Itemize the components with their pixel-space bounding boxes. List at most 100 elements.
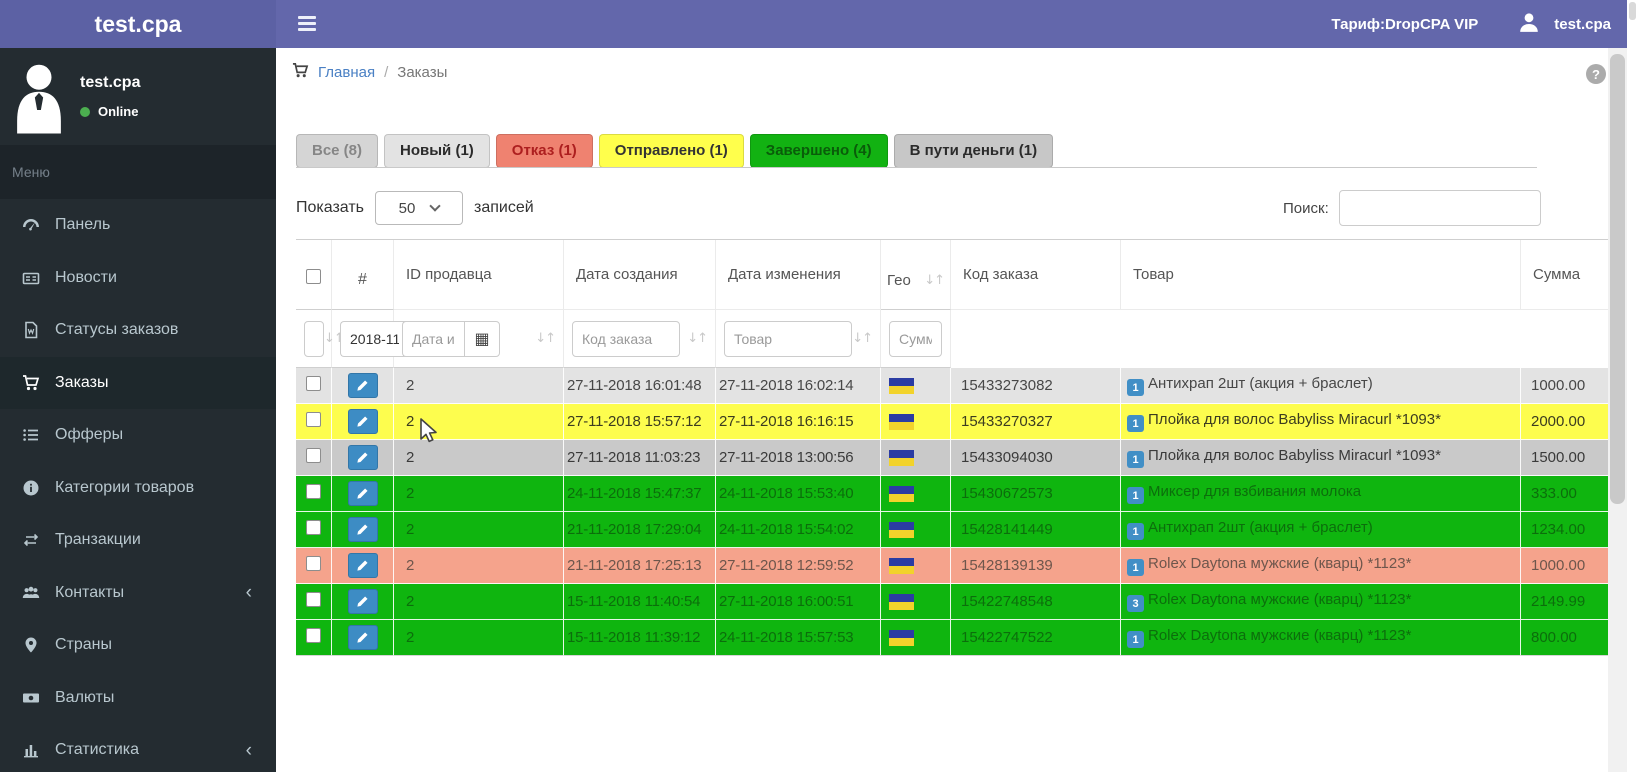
sidebar-item-contacts[interactable]: Контакты ‹ bbox=[0, 567, 276, 620]
records-label: записей bbox=[474, 199, 534, 216]
filter-sum-input[interactable] bbox=[889, 320, 942, 357]
row-checkbox[interactable] bbox=[306, 592, 321, 607]
user-icon bbox=[1518, 11, 1540, 38]
sidebar-item-statistics[interactable]: Статистика ‹ bbox=[0, 724, 276, 772]
column-header-number[interactable]: # bbox=[358, 271, 367, 288]
row-checkbox[interactable] bbox=[306, 520, 321, 535]
sidebar-item-countries[interactable]: Страны bbox=[0, 619, 276, 672]
table-row: 2 27-11-2018 11:03:23 27-11-2018 13:00:5… bbox=[296, 440, 1608, 476]
table-row: 2 15-11-2018 11:40:54 27-11-2018 16:00:5… bbox=[296, 584, 1608, 620]
sidebar-item-offers[interactable]: Офферы bbox=[0, 409, 276, 462]
edit-button[interactable] bbox=[347, 445, 378, 470]
table-row: 2 27-11-2018 15:57:12 27-11-2018 16:16:1… bbox=[296, 404, 1608, 440]
sort-icon[interactable]: ↓↑ bbox=[687, 331, 708, 346]
show-label: Показать bbox=[296, 199, 365, 216]
column-header-modified[interactable]: Дата изменения bbox=[716, 240, 881, 310]
breadcrumb: Главная / Заказы bbox=[292, 62, 447, 83]
edit-button[interactable] bbox=[347, 517, 378, 542]
app-window: test.cpa Тариф:DropCPA VIP test.cpa test… bbox=[0, 0, 1638, 772]
column-header-geo[interactable]: Гео bbox=[887, 272, 911, 289]
column-header-created[interactable]: Дата создания bbox=[564, 240, 716, 310]
edit-button[interactable] bbox=[347, 481, 378, 506]
edit-button[interactable] bbox=[347, 373, 378, 398]
select-all-checkbox[interactable] bbox=[306, 269, 321, 284]
browser-scrollbar-thumb[interactable] bbox=[1629, 2, 1636, 20]
row-checkbox[interactable] bbox=[306, 448, 321, 463]
username-menu[interactable]: test.cpa bbox=[1554, 16, 1611, 33]
edit-button[interactable] bbox=[347, 409, 378, 434]
filter-modified-date-input[interactable] bbox=[402, 320, 464, 357]
filter-created-date-input[interactable] bbox=[340, 320, 408, 357]
sidebar-item-transactions[interactable]: Транзакции bbox=[0, 514, 276, 567]
ukraine-flag-icon bbox=[889, 558, 914, 575]
sort-icon[interactable]: ↓↑ bbox=[852, 331, 873, 346]
brand-logo[interactable]: test.cpa bbox=[0, 0, 276, 48]
row-checkbox[interactable] bbox=[306, 628, 321, 643]
sidebar: test.cpa Online Меню Панель Новости Стат… bbox=[0, 48, 276, 772]
qty-badge: 3 bbox=[1127, 595, 1144, 613]
search-control: Поиск: bbox=[1283, 190, 1541, 226]
column-header-product[interactable]: Товар bbox=[1121, 240, 1521, 310]
row-checkbox[interactable] bbox=[306, 412, 321, 427]
scrollbar-track[interactable] bbox=[1608, 48, 1627, 772]
tab-all[interactable]: Все (8) bbox=[296, 134, 379, 168]
tab-refused[interactable]: Отказ (1) bbox=[495, 134, 593, 168]
marker-icon bbox=[25, 637, 37, 653]
product-name: Rolex Daytona мужские (кварц) *1123* bbox=[1148, 626, 1412, 644]
chevron-down-icon bbox=[429, 200, 442, 212]
sidebar-item-currencies[interactable]: Валюты bbox=[0, 672, 276, 725]
filter-seller-id-input[interactable] bbox=[304, 320, 324, 357]
breadcrumb-current: Заказы bbox=[397, 64, 448, 81]
status-filter-tabs: Все (8) Новый (1) Отказ (1) Отправлено (… bbox=[296, 134, 1054, 168]
profile-status: Online bbox=[98, 104, 139, 119]
product-name: Rolex Daytona мужские (кварц) *1123* bbox=[1148, 554, 1412, 572]
cart-icon bbox=[292, 62, 309, 83]
sidebar-item-orders[interactable]: Заказы bbox=[0, 356, 276, 409]
sidebar-item-news[interactable]: Новости bbox=[0, 252, 276, 305]
sidebar-item-product-categories[interactable]: Категории товаров bbox=[0, 462, 276, 515]
online-status-icon bbox=[80, 106, 90, 117]
breadcrumb-home-link[interactable]: Главная bbox=[318, 64, 375, 81]
row-checkbox[interactable] bbox=[306, 484, 321, 499]
ukraine-flag-icon bbox=[889, 414, 914, 431]
ukraine-flag-icon bbox=[889, 594, 914, 611]
search-label: Поиск: bbox=[1283, 199, 1329, 217]
column-header-order-code[interactable]: Код заказа bbox=[951, 240, 1121, 310]
scrollbar-thumb[interactable] bbox=[1610, 54, 1625, 504]
edit-button[interactable] bbox=[347, 553, 378, 578]
qty-badge: 1 bbox=[1127, 415, 1144, 433]
tab-new[interactable]: Новый (1) bbox=[384, 134, 490, 168]
column-header-sum[interactable]: Сумма bbox=[1521, 240, 1608, 310]
page-size-select[interactable]: 50 bbox=[375, 191, 464, 225]
edit-button[interactable] bbox=[347, 589, 378, 614]
help-icon[interactable]: ? bbox=[1586, 64, 1606, 84]
chevron-left-icon: ‹ bbox=[245, 582, 252, 604]
orders-table-container: # ID продавца Дата создания Дата изменен… bbox=[296, 239, 1608, 656]
tab-completed[interactable]: Завершено (4) bbox=[749, 134, 888, 168]
qty-badge: 1 bbox=[1127, 559, 1144, 577]
tab-sent[interactable]: Отправлено (1) bbox=[598, 134, 744, 168]
menu-section-label: Меню bbox=[0, 145, 276, 199]
sidebar-toggle-icon[interactable] bbox=[298, 16, 316, 34]
row-checkbox[interactable] bbox=[306, 376, 321, 391]
product-name: Плойка для волос Babyliss Miracurl *1093… bbox=[1148, 446, 1441, 464]
edit-button[interactable] bbox=[347, 625, 378, 650]
sidebar-item-dashboard[interactable]: Панель bbox=[0, 199, 276, 252]
filter-order-code-input[interactable] bbox=[572, 320, 680, 357]
column-header-seller-id[interactable]: ID продавца bbox=[394, 240, 564, 310]
sort-icon[interactable]: ↓↑ bbox=[535, 331, 556, 346]
tariff-label: Тариф:DropCPA VIP bbox=[1331, 15, 1479, 33]
row-checkbox[interactable] bbox=[306, 556, 321, 571]
cart-icon bbox=[23, 374, 40, 390]
qty-badge: 1 bbox=[1127, 379, 1144, 397]
search-input[interactable] bbox=[1338, 190, 1541, 226]
tab-money-in-transit[interactable]: В пути деньги (1) bbox=[893, 134, 1054, 168]
sidebar-item-order-statuses[interactable]: Статусы заказов bbox=[0, 304, 276, 357]
page-size-control: Показать 50 записей bbox=[296, 190, 534, 226]
money-icon bbox=[23, 693, 39, 703]
filter-product-input[interactable] bbox=[724, 320, 853, 357]
product-name: Плойка для волос Babyliss Miracurl *1093… bbox=[1148, 410, 1441, 428]
sort-icon[interactable]: ↓↑ bbox=[924, 273, 945, 288]
calendar-icon[interactable]: ▦ bbox=[464, 320, 500, 357]
orders-table: # ID продавца Дата создания Дата изменен… bbox=[296, 239, 1608, 656]
